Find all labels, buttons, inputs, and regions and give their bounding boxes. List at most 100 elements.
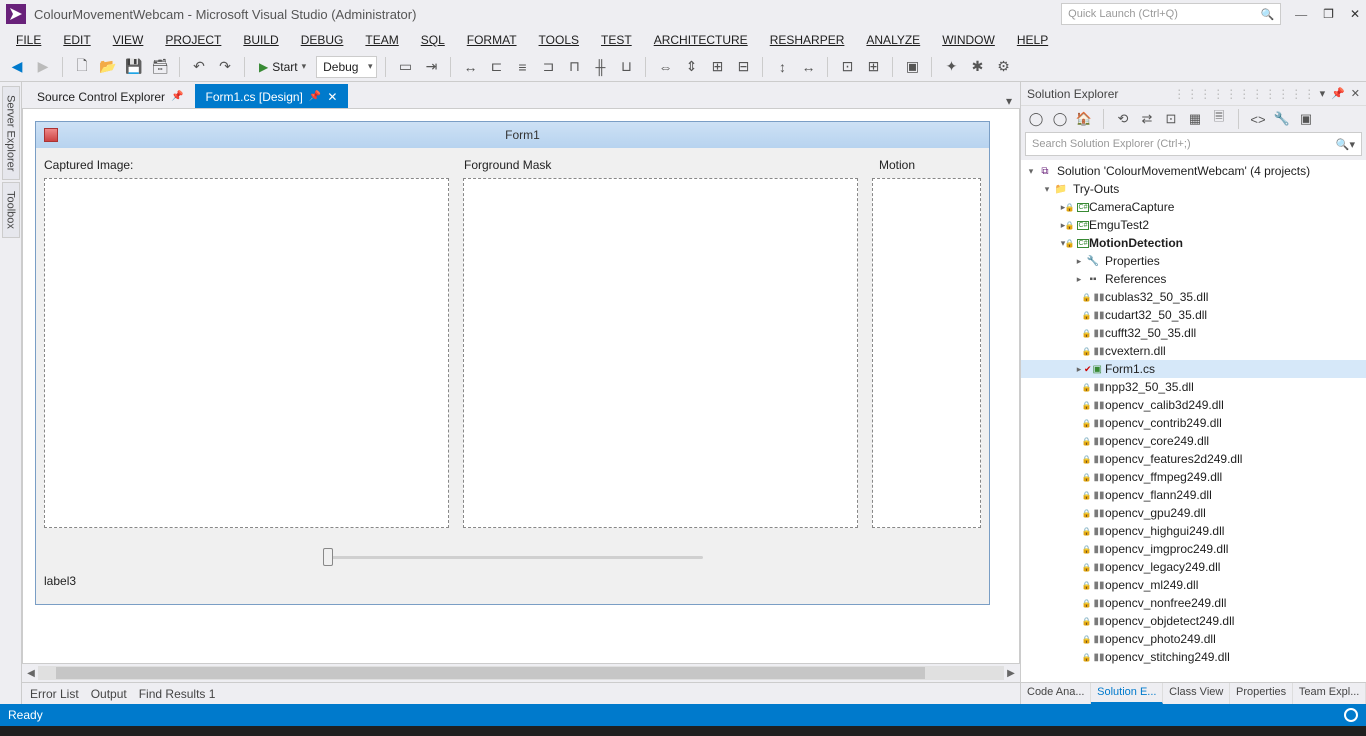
- ext-btn-1[interactable]: ✦: [940, 56, 962, 78]
- se-back-button[interactable]: ◯: [1027, 110, 1045, 128]
- file-cudart32-50-35-dll[interactable]: 🔒▮▮cudart32_50_35.dll: [1021, 306, 1366, 324]
- file-opencv-legacy249-dll[interactable]: 🔒▮▮opencv_legacy249.dll: [1021, 558, 1366, 576]
- scroll-track[interactable]: [38, 666, 1004, 680]
- file-cublas32-50-35-dll[interactable]: 🔒▮▮cublas32_50_35.dll: [1021, 288, 1366, 306]
- file-opencv-ffmpeg249-dll[interactable]: 🔒▮▮opencv_ffmpeg249.dll: [1021, 468, 1366, 486]
- menu-team[interactable]: TEAM: [355, 30, 408, 50]
- panel-foreground-mask[interactable]: [463, 178, 858, 528]
- form-body[interactable]: Captured Image: Forground Mask Motion: [36, 148, 989, 604]
- align-left-button[interactable]: ⊏: [485, 56, 507, 78]
- layout-btn-1[interactable]: ▭: [394, 56, 416, 78]
- menu-test[interactable]: TEST: [591, 30, 642, 50]
- solution-explorer-search[interactable]: Search Solution Explorer (Ctrl+;) 🔍▾: [1025, 132, 1362, 156]
- ext-btn-2[interactable]: ✱: [966, 56, 988, 78]
- folder-tryouts[interactable]: 📁Try-Outs: [1021, 180, 1366, 198]
- scroll-thumb[interactable]: [56, 667, 925, 679]
- se-home-button[interactable]: 🏠: [1075, 110, 1093, 128]
- align-center-button[interactable]: ≡: [511, 56, 533, 78]
- center-btn-2[interactable]: ⊞: [862, 56, 884, 78]
- se-showall-button[interactable]: ▦: [1186, 110, 1204, 128]
- file-form1-cs[interactable]: ✔▣Form1.cs: [1021, 360, 1366, 378]
- se-forward-button[interactable]: ◯: [1051, 110, 1069, 128]
- se-refresh-button[interactable]: ⇄: [1138, 110, 1156, 128]
- panel-captured-image[interactable]: [44, 178, 449, 528]
- file-opencv-stitching249-dll[interactable]: 🔒▮▮opencv_stitching249.dll: [1021, 648, 1366, 666]
- nav-forward-button[interactable]: ▶: [32, 56, 54, 78]
- solution-node[interactable]: ⧉Solution 'ColourMovementWebcam' (4 proj…: [1021, 162, 1366, 180]
- size-btn-1[interactable]: ⇔: [654, 56, 676, 78]
- restore-button[interactable]: ❐: [1323, 7, 1334, 22]
- file-cufft32-50-35-dll[interactable]: 🔒▮▮cufft32_50_35.dll: [1021, 324, 1366, 342]
- menu-project[interactable]: PROJECT: [155, 30, 231, 50]
- pin-icon[interactable]: 📌: [171, 91, 183, 102]
- expand-icon[interactable]: [1073, 274, 1085, 285]
- file-opencv-flann249-dll[interactable]: 🔒▮▮opencv_flann249.dll: [1021, 486, 1366, 504]
- tab-properties[interactable]: Properties: [1230, 683, 1293, 704]
- se-collapse-button[interactable]: ⊡: [1162, 110, 1180, 128]
- se-wrench-button[interactable]: 🔧: [1273, 110, 1291, 128]
- menu-architecture[interactable]: ARCHITECTURE: [644, 30, 758, 50]
- order-btn-1[interactable]: ▣: [901, 56, 923, 78]
- form-designer-window[interactable]: Form1 Captured Image: Forground Mask Mot…: [35, 121, 990, 605]
- undo-button[interactable]: ↶: [188, 56, 210, 78]
- se-code-button[interactable]: <>: [1249, 110, 1267, 128]
- menu-analyze[interactable]: ANALYZE: [856, 30, 930, 50]
- menu-window[interactable]: WINDOW: [932, 30, 1005, 50]
- toolbox-tab[interactable]: Toolbox: [2, 182, 20, 238]
- file-opencv-photo249-dll[interactable]: 🔒▮▮opencv_photo249.dll: [1021, 630, 1366, 648]
- designer-surface[interactable]: Form1 Captured Image: Forground Mask Mot…: [22, 108, 1020, 664]
- tab-overflow-button[interactable]: ▾: [1006, 94, 1012, 108]
- size-btn-4[interactable]: ⊟: [732, 56, 754, 78]
- save-all-button[interactable]: 🗃: [149, 56, 171, 78]
- center-btn-1[interactable]: ⊡: [836, 56, 858, 78]
- file-opencv-objdetect249-dll[interactable]: 🔒▮▮opencv_objdetect249.dll: [1021, 612, 1366, 630]
- file-cvextern-dll[interactable]: 🔒▮▮cvextern.dll: [1021, 342, 1366, 360]
- close-button[interactable]: ✕: [1350, 7, 1360, 22]
- align-right-button[interactable]: ⊐: [537, 56, 559, 78]
- panel-close-icon[interactable]: ✕: [1351, 87, 1360, 100]
- menu-format[interactable]: FORMAT: [457, 30, 527, 50]
- menu-sql[interactable]: SQL: [411, 30, 455, 50]
- properties-node[interactable]: 🔧Properties: [1021, 252, 1366, 270]
- file-opencv-calib3d249-dll[interactable]: 🔒▮▮opencv_calib3d249.dll: [1021, 396, 1366, 414]
- nav-back-button[interactable]: ◀: [6, 56, 28, 78]
- scroll-right-icon[interactable]: ▶: [1004, 668, 1018, 679]
- align-top-button[interactable]: ⊓: [563, 56, 585, 78]
- close-icon[interactable]: ✕: [327, 90, 337, 104]
- file-opencv-contrib249-dll[interactable]: 🔒▮▮opencv_contrib249.dll: [1021, 414, 1366, 432]
- expand-icon[interactable]: [1073, 256, 1085, 267]
- align-bottom-button[interactable]: ⊔: [615, 56, 637, 78]
- search-icon[interactable]: 🔍▾: [1336, 138, 1355, 151]
- slider-thumb[interactable]: [323, 548, 333, 566]
- references-node[interactable]: ▪▪References: [1021, 270, 1366, 288]
- server-explorer-tab[interactable]: Server Explorer: [2, 86, 20, 180]
- size-btn-3[interactable]: ⊞: [706, 56, 728, 78]
- start-debug-button[interactable]: ▶ Start ▾: [253, 56, 312, 78]
- file-opencv-imgproc249-dll[interactable]: 🔒▮▮opencv_imgproc249.dll: [1021, 540, 1366, 558]
- redo-button[interactable]: ↷: [214, 56, 236, 78]
- menu-edit[interactable]: EDIT: [53, 30, 100, 50]
- tab-source-control-explorer[interactable]: Source Control Explorer 📌: [26, 84, 195, 108]
- quick-launch-input[interactable]: Quick Launch (Ctrl+Q) 🔍: [1061, 3, 1281, 25]
- trackbar-control[interactable]: [323, 546, 703, 568]
- ext-btn-3[interactable]: ⚙: [992, 56, 1014, 78]
- tab-code-analysis[interactable]: Code Ana...: [1021, 683, 1091, 704]
- project-motiondetection[interactable]: 🔒C#MotionDetection: [1021, 234, 1366, 252]
- solution-tree[interactable]: ⧉Solution 'ColourMovementWebcam' (4 proj…: [1021, 160, 1366, 682]
- align-middle-button[interactable]: ╫: [589, 56, 611, 78]
- menu-build[interactable]: BUILD: [233, 30, 288, 50]
- panel-grip[interactable]: ⋮⋮⋮⋮⋮⋮⋮⋮⋮⋮⋮⋮⋮⋮⋮⋮⋮⋮⋮⋮⋮⋮⋮⋮⋮⋮⋮⋮⋮⋮⋮⋮: [1173, 87, 1313, 101]
- align-btn-1[interactable]: ↔: [459, 56, 481, 78]
- tab-error-list[interactable]: Error List: [30, 687, 79, 701]
- tab-solution-explorer[interactable]: Solution E...: [1091, 683, 1163, 704]
- space-btn-2[interactable]: ↔: [797, 56, 819, 78]
- save-button[interactable]: 💾: [123, 56, 145, 78]
- minimize-button[interactable]: —: [1295, 7, 1307, 22]
- layout-btn-2[interactable]: ⇥: [420, 56, 442, 78]
- panel-motion[interactable]: [872, 178, 981, 528]
- project-emgutest2[interactable]: 🔒C#EmguTest2: [1021, 216, 1366, 234]
- file-opencv-ml249-dll[interactable]: 🔒▮▮opencv_ml249.dll: [1021, 576, 1366, 594]
- file-npp32-50-35-dll[interactable]: 🔒▮▮npp32_50_35.dll: [1021, 378, 1366, 396]
- new-project-button[interactable]: 🗋: [71, 56, 93, 78]
- panel-dropdown-icon[interactable]: ▾: [1320, 87, 1326, 100]
